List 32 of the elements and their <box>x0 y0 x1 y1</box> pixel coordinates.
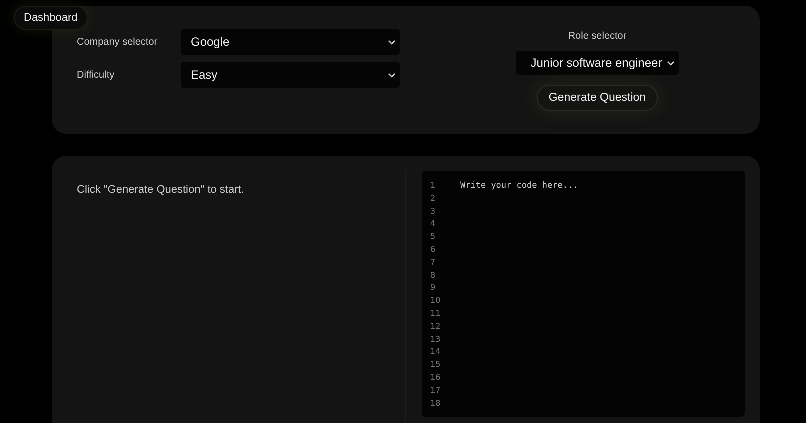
dropdown[interactable]: Google <box>181 29 400 55</box>
chevron-down-icon <box>667 60 675 66</box>
line-number: 15 <box>430 359 442 372</box>
line-number: 17 <box>430 384 442 397</box>
dashboard-button[interactable]: Dashboard <box>14 6 88 30</box>
line-number: 2 <box>430 192 437 205</box>
line-number: 12 <box>430 320 442 333</box>
line-number: 14 <box>430 346 442 358</box>
code-editor[interactable]: 1 2 3 4 5 6 7 8 9 10 11 12 13 14 15 16 17 18 Write your code here... <box>422 171 745 417</box>
line-number: 13 <box>430 334 442 346</box>
line-number: 6 <box>430 244 437 256</box>
chevron-down-icon <box>388 40 396 44</box>
line-number: 1 <box>430 180 437 192</box>
line-number: 5 <box>430 231 437 244</box>
question-prompt: Click "Generate Question" to start. <box>77 184 246 196</box>
chevron-down-icon <box>388 72 396 78</box>
code-placeholder: Write your code here... <box>460 180 578 193</box>
field-label: Role selector <box>568 31 627 42</box>
generate-question-button[interactable]: Generate Question <box>536 85 658 111</box>
line-number: 4 <box>430 218 437 230</box>
line-number: 11 <box>430 308 442 320</box>
field-label: Difficulty <box>77 70 116 80</box>
dropdown[interactable]: Junior software engineer <box>516 51 679 75</box>
line-number: 7 <box>430 256 437 269</box>
line-number: 3 <box>430 206 437 218</box>
line-number: 18 <box>430 398 442 410</box>
line-number: 9 <box>430 282 437 294</box>
line-number: 10 <box>430 295 442 308</box>
line-number: 16 <box>430 372 442 384</box>
line-number: 8 <box>430 270 437 282</box>
dropdown[interactable]: Easy <box>181 62 400 88</box>
field-label: Company selector <box>77 36 159 48</box>
